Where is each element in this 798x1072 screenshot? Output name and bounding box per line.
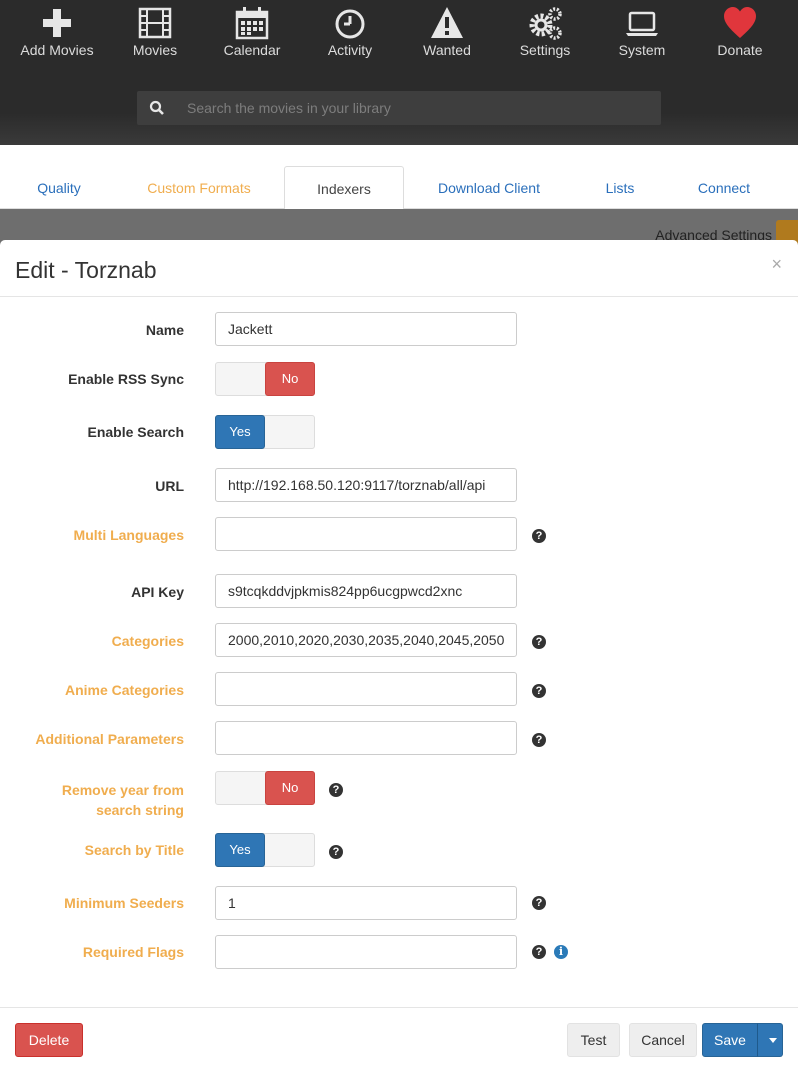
help-icon[interactable]: ? bbox=[532, 684, 546, 698]
help-icon[interactable]: ? bbox=[532, 896, 546, 910]
tab-lists[interactable]: Lists bbox=[585, 166, 655, 209]
toggle-no: No bbox=[265, 771, 315, 805]
footer-divider bbox=[0, 1007, 798, 1008]
minimum-seeders-field[interactable]: 1 bbox=[215, 886, 517, 920]
delete-button[interactable]: Delete bbox=[15, 1023, 83, 1057]
nav-label: System bbox=[618, 42, 666, 58]
categories-label: Categories bbox=[111, 633, 184, 649]
api-key-field[interactable]: s9tcqkddvjpkmis824pp6ucgpwcd2xnc bbox=[215, 574, 517, 608]
library-search bbox=[137, 91, 661, 125]
toggle-no: No bbox=[265, 362, 315, 396]
anime-categories-field[interactable] bbox=[215, 672, 517, 706]
help-icon[interactable]: ? bbox=[532, 529, 546, 543]
plus-icon bbox=[43, 9, 71, 37]
nav-label: Calendar bbox=[223, 42, 281, 58]
help-icon[interactable]: ? bbox=[329, 845, 343, 859]
required-flags-field[interactable] bbox=[215, 935, 517, 969]
toggle-yes: Yes bbox=[215, 415, 265, 449]
tab-download-client[interactable]: Download Client bbox=[424, 166, 554, 209]
api-key-label: API Key bbox=[131, 584, 184, 600]
anime-categories-label: Anime Categories bbox=[64, 682, 184, 698]
url-label: URL bbox=[155, 478, 184, 494]
nav-movies[interactable]: Movies bbox=[105, 0, 205, 70]
remove-year-label: Remove year from search string bbox=[62, 780, 184, 820]
multi-languages-field[interactable] bbox=[215, 517, 517, 551]
name-label: Name bbox=[145, 322, 184, 338]
settings-tabs: Quality Custom Formats Indexers Download… bbox=[0, 166, 798, 210]
tab-quality[interactable]: Quality bbox=[14, 166, 104, 209]
rss-sync-toggle[interactable]: No bbox=[215, 362, 315, 396]
toggle-yes: Yes bbox=[215, 833, 265, 867]
nav-activity[interactable]: Activity bbox=[300, 0, 400, 70]
info-icon[interactable]: i bbox=[554, 945, 568, 959]
help-icon[interactable]: ? bbox=[532, 733, 546, 747]
top-nav-bar: Add Movies Movies Calendar Activity Want… bbox=[0, 0, 798, 145]
tab-indexers[interactable]: Indexers bbox=[284, 166, 404, 210]
nav-label: Activity bbox=[327, 42, 373, 58]
nav-donate[interactable]: Donate bbox=[690, 0, 790, 70]
modal-title: Edit - Torznab bbox=[15, 257, 157, 283]
search-by-title-label: Search by Title bbox=[84, 842, 184, 858]
remove-year-label-line2: search string bbox=[96, 802, 184, 818]
film-icon bbox=[138, 7, 172, 39]
save-options-dropdown[interactable] bbox=[757, 1023, 783, 1057]
required-flags-label: Required Flags bbox=[82, 944, 184, 960]
help-icon[interactable]: ? bbox=[532, 945, 546, 959]
divider bbox=[0, 296, 798, 297]
search-input[interactable] bbox=[187, 91, 647, 125]
multi-languages-label: Multi Languages bbox=[73, 527, 184, 543]
nav-wanted[interactable]: Wanted bbox=[397, 0, 497, 70]
remove-year-label-line1: Remove year from bbox=[61, 782, 184, 798]
laptop-icon bbox=[626, 11, 658, 36]
gears-icon bbox=[529, 7, 562, 40]
nav-label: Movies bbox=[132, 42, 178, 58]
test-button[interactable]: Test bbox=[567, 1023, 620, 1057]
url-field[interactable]: http://192.168.50.120:9117/torznab/all/a… bbox=[215, 468, 517, 502]
close-icon[interactable]: × bbox=[771, 254, 782, 275]
edit-indexer-modal: Edit - Torznab × Name Jackett Enable RSS… bbox=[0, 240, 798, 1072]
chevron-down-icon bbox=[769, 1038, 777, 1043]
rss-sync-label: Enable RSS Sync bbox=[68, 371, 184, 387]
clock-icon bbox=[335, 9, 365, 39]
nav-system[interactable]: System bbox=[592, 0, 692, 70]
calendar-icon bbox=[235, 7, 269, 40]
help-icon[interactable]: ? bbox=[329, 783, 343, 797]
heart-icon bbox=[724, 7, 756, 38]
search-by-title-toggle[interactable]: Yes bbox=[215, 833, 315, 867]
enable-search-label: Enable Search bbox=[87, 424, 185, 440]
remove-year-toggle[interactable]: No bbox=[215, 771, 315, 805]
additional-parameters-label: Additional Parameters bbox=[35, 731, 184, 747]
nav-add-movies[interactable]: Add Movies bbox=[7, 0, 107, 70]
cancel-button[interactable]: Cancel bbox=[629, 1023, 697, 1057]
tab-custom-formats[interactable]: Custom Formats bbox=[130, 166, 268, 209]
nav-calendar[interactable]: Calendar bbox=[202, 0, 302, 70]
tab-connect[interactable]: Connect bbox=[684, 166, 764, 209]
additional-parameters-field[interactable] bbox=[215, 721, 517, 755]
minimum-seeders-label: Minimum Seeders bbox=[64, 895, 184, 911]
search-icon bbox=[149, 100, 164, 115]
nav-label: Donate bbox=[717, 42, 763, 58]
categories-field[interactable]: 2000,2010,2020,2030,2035,2040,2045,2050 bbox=[215, 623, 517, 657]
help-icon[interactable]: ? bbox=[532, 635, 546, 649]
nav-label: Add Movies bbox=[20, 42, 94, 58]
nav-label: Wanted bbox=[423, 42, 471, 58]
save-button[interactable]: Save bbox=[702, 1023, 758, 1057]
enable-search-toggle[interactable]: Yes bbox=[215, 415, 315, 449]
warning-icon bbox=[431, 7, 463, 38]
nav-settings[interactable]: Settings bbox=[495, 0, 595, 70]
name-field[interactable]: Jackett bbox=[215, 312, 517, 346]
nav-label: Settings bbox=[519, 42, 571, 58]
